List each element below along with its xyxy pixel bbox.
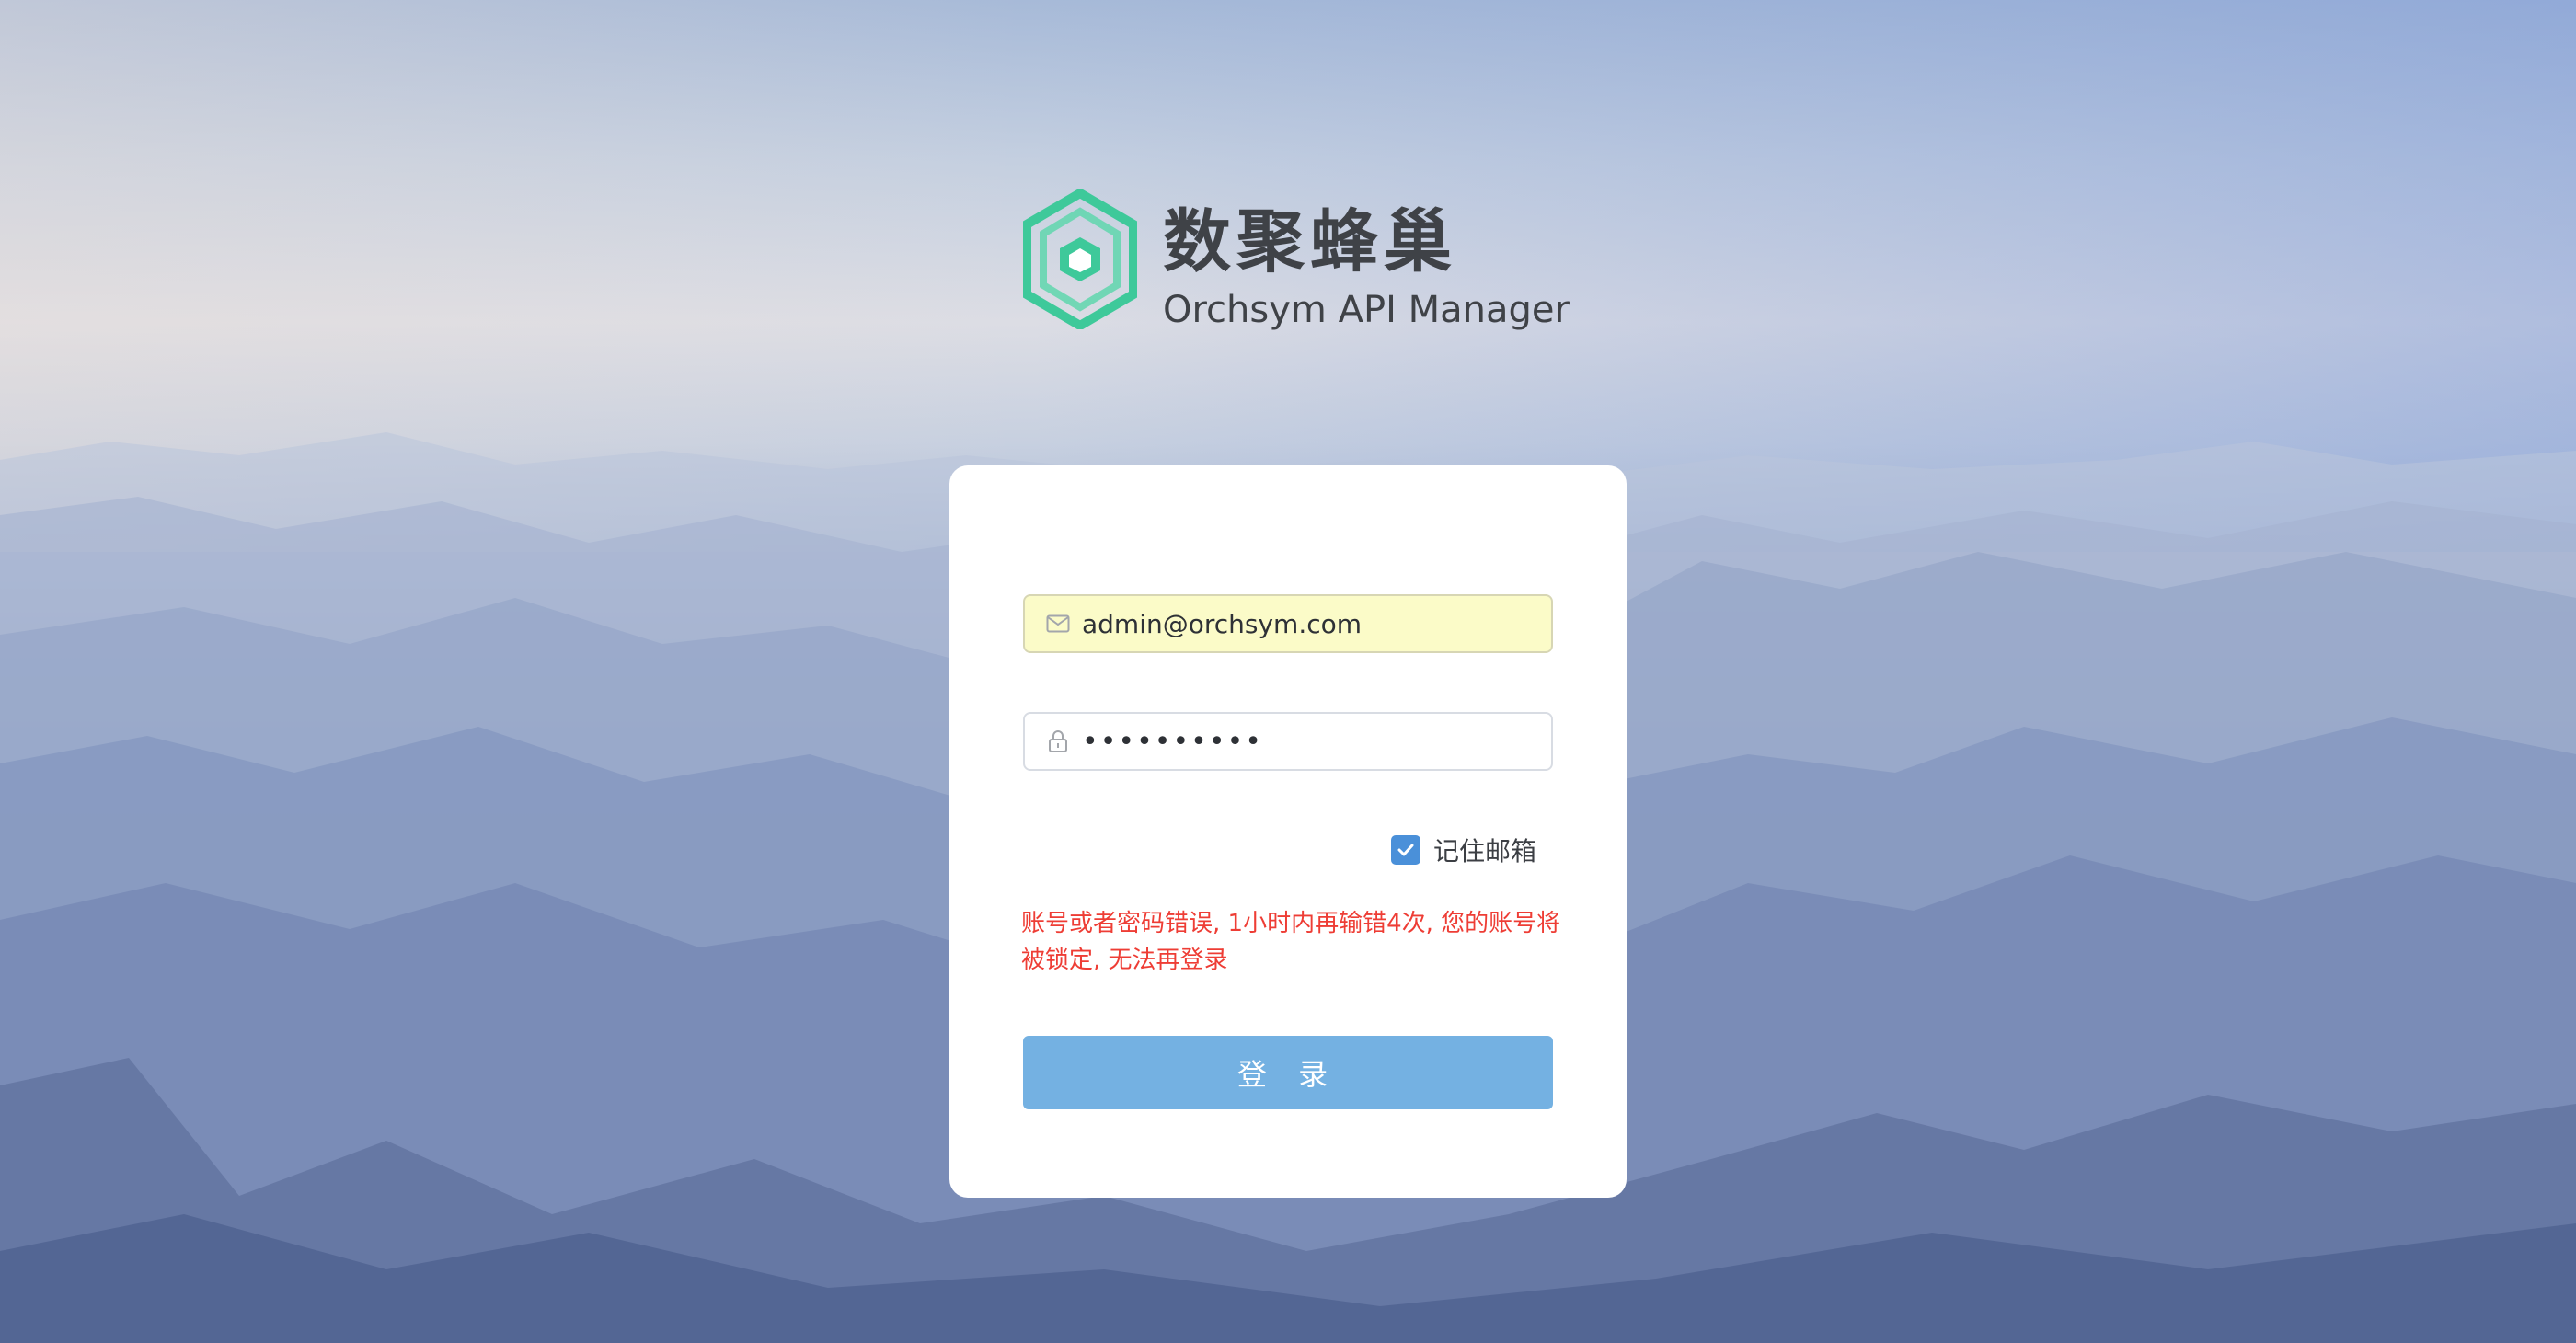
password-input[interactable] <box>1082 723 1542 760</box>
email-field[interactable] <box>1023 594 1553 653</box>
email-input[interactable] <box>1082 605 1542 642</box>
login-card: 记住邮箱 账号或者密码错误, 1小时内再输错4次, 您的账号将被锁定, 无法再登… <box>949 465 1627 1198</box>
brand: 数聚蜂巢 Orchsym API Manager <box>1023 189 1570 337</box>
error-message: 账号或者密码错误, 1小时内再输错4次, 您的账号将被锁定, 无法再登录 <box>1021 910 1561 974</box>
checkbox-checked-icon[interactable] <box>1391 835 1420 865</box>
remember-email-label[interactable]: 记住邮箱 <box>1433 832 1536 868</box>
password-field[interactable] <box>1023 712 1553 771</box>
lock-icon <box>1045 729 1071 754</box>
brand-name-en: Orchsym API Manager <box>1163 289 1570 331</box>
login-button[interactable]: 登 录 <box>1023 1036 1553 1109</box>
remember-email-checkbox[interactable]: 记住邮箱 <box>1391 832 1536 868</box>
brand-name-cn: 数聚蜂巢 <box>1163 202 1457 281</box>
mail-icon <box>1045 611 1071 637</box>
orchsym-logo-icon <box>1023 189 1137 329</box>
